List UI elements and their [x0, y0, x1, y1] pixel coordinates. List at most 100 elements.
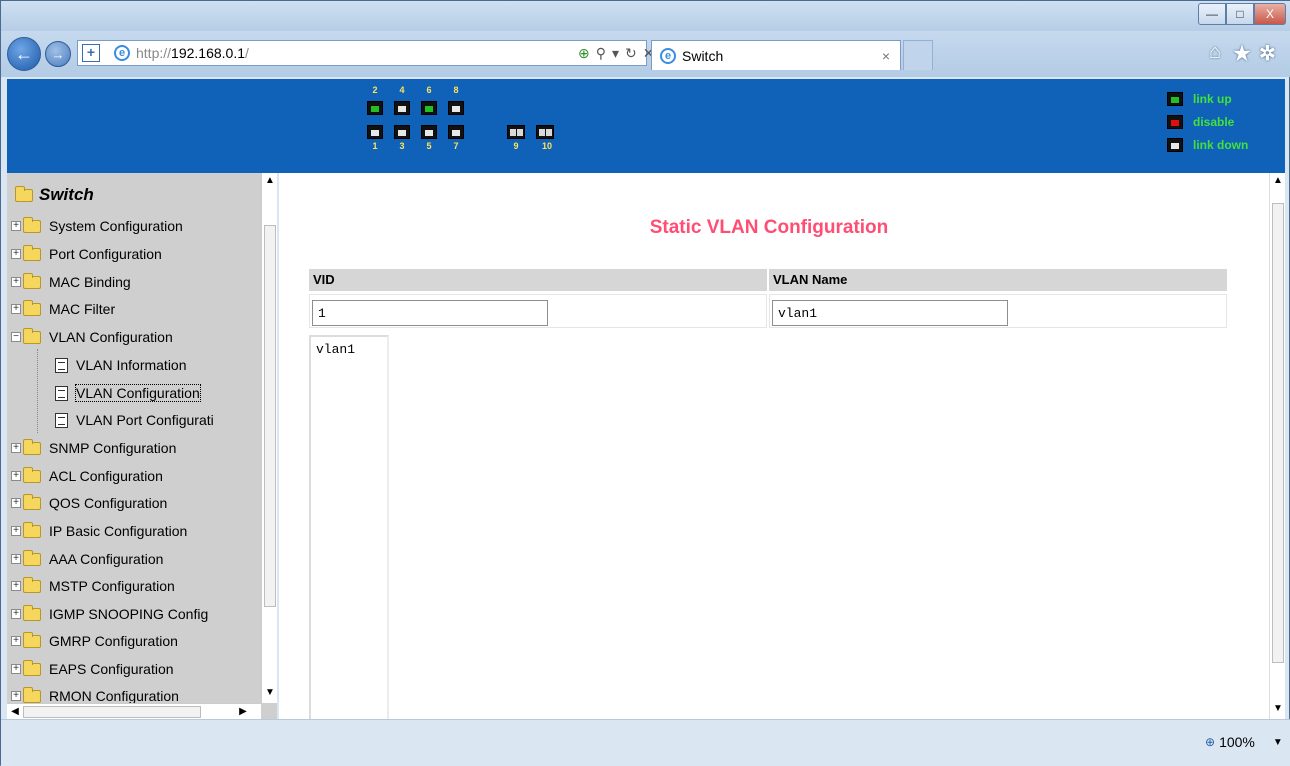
vlan-name-input[interactable]	[772, 300, 1008, 326]
refresh-icon[interactable]: ↻	[625, 45, 637, 62]
sidebar-item-system-configuration[interactable]: + System Configuration	[11, 212, 183, 240]
content-vertical-scrollbar[interactable]: ▲ ▼	[1269, 173, 1285, 719]
sidebar-item-ip-basic-configuration[interactable]: + IP Basic Configuration	[11, 517, 187, 545]
tab-switch[interactable]: e Switch ×	[651, 40, 901, 70]
home-icon[interactable]: ⌂	[1209, 41, 1221, 64]
sidebar-item-vlan-port-configuration[interactable]: VLAN Port Configurati	[55, 406, 214, 434]
port-3-icon[interactable]	[394, 125, 410, 139]
expand-icon[interactable]: +	[11, 609, 21, 619]
url-text[interactable]: http://192.168.0.1/	[136, 45, 249, 61]
sidebar-item-eaps-configuration[interactable]: + EAPS Configuration	[11, 655, 174, 683]
expand-icon[interactable]: +	[11, 581, 21, 591]
port-7-icon[interactable]	[448, 125, 464, 139]
expand-icon[interactable]: +	[11, 554, 21, 564]
disable-icon	[1167, 115, 1183, 129]
address-bar[interactable]: + e http://192.168.0.1/ ⊕ ⚲ ▾ ↻ ✕	[77, 40, 655, 66]
expand-icon[interactable]: +	[11, 636, 21, 646]
port-number: 1	[372, 141, 378, 151]
scroll-up-icon[interactable]: ▲	[262, 175, 277, 186]
expand-icon[interactable]: +	[11, 443, 21, 453]
sidebar-item-port-configuration[interactable]: + Port Configuration	[11, 240, 162, 268]
expand-icon[interactable]: +	[11, 471, 21, 481]
port-5-icon[interactable]	[421, 125, 437, 139]
folder-icon	[23, 244, 41, 261]
scrollbar-thumb[interactable]	[1272, 203, 1284, 663]
zoom-control[interactable]: ⊕ 100% ▼	[1205, 734, 1283, 750]
expand-icon[interactable]: +	[11, 277, 21, 287]
scroll-left-icon[interactable]: ◀	[7, 706, 23, 717]
tab-close-icon[interactable]: ×	[882, 48, 890, 64]
minimize-button[interactable]: —	[1198, 3, 1226, 25]
back-icon[interactable]: ←	[7, 37, 41, 71]
compatibility-icon[interactable]: ⊕	[578, 45, 590, 62]
star-icon[interactable]: ★	[1233, 41, 1251, 66]
expand-icon[interactable]: +	[11, 664, 21, 674]
sidebar-item-acl-configuration[interactable]: + ACL Configuration	[11, 462, 163, 490]
sidebar-item-snmp-configuration[interactable]: + SNMP Configuration	[11, 434, 176, 462]
dropdown-icon[interactable]: ▾	[612, 45, 619, 62]
zoom-level: 100%	[1219, 734, 1255, 750]
sidebar-item-mac-binding[interactable]: + MAC Binding	[11, 268, 131, 296]
legend-disable: disable	[1167, 115, 1234, 129]
list-item[interactable]: vlan1	[311, 337, 387, 362]
folder-icon	[23, 466, 41, 483]
forward-icon[interactable]: →	[45, 41, 71, 67]
port-number: 5	[426, 141, 432, 151]
sidebar-item-aaa-configuration[interactable]: + AAA Configuration	[11, 545, 163, 573]
maximize-button[interactable]: □	[1226, 3, 1254, 25]
port-8-icon[interactable]	[448, 101, 464, 115]
port-number: 6	[426, 85, 432, 95]
scroll-down-icon[interactable]: ▼	[262, 687, 277, 698]
search-icon[interactable]: ⚲	[596, 45, 606, 62]
expand-icon[interactable]: +	[11, 249, 21, 259]
scrollbar-thumb[interactable]	[264, 225, 276, 607]
port-1-icon[interactable]	[367, 125, 383, 139]
sidebar-vertical-scrollbar[interactable]: ▲ ▼	[261, 173, 277, 703]
expand-icon[interactable]: +	[11, 498, 21, 508]
chevron-down-icon[interactable]: ▼	[1273, 737, 1283, 748]
expand-icon[interactable]: +	[11, 304, 21, 314]
open-folder-icon	[23, 327, 41, 344]
port-4-icon[interactable]	[394, 101, 410, 115]
collapse-icon[interactable]: −	[11, 332, 21, 342]
sidebar-item-vlan-configuration[interactable]: − VLAN Configuration	[11, 323, 173, 351]
sidebar-item-mstp-configuration[interactable]: + MSTP Configuration	[11, 572, 175, 600]
port-6-icon[interactable]	[421, 101, 437, 115]
sidebar-item-mac-filter[interactable]: + MAC Filter	[11, 295, 115, 323]
close-button[interactable]: X	[1254, 3, 1286, 25]
scroll-right-icon[interactable]: ▶	[235, 706, 251, 717]
folder-icon	[23, 686, 41, 703]
scrollbar-thumb[interactable]	[23, 706, 201, 718]
navigation-tree: Switch + System Configuration + Port Confi…	[7, 173, 277, 719]
tree-connector	[37, 349, 51, 433]
folder-icon	[23, 216, 41, 233]
expand-icon[interactable]: +	[11, 526, 21, 536]
fiber-port-9-icon[interactable]	[507, 125, 525, 139]
vid-input[interactable]	[312, 300, 548, 326]
address-tools: ⊕ ⚲ ▾ ↻ ✕	[578, 41, 655, 65]
vlan-name-cell	[769, 294, 1227, 328]
port-number: 9	[513, 141, 519, 151]
gear-icon[interactable]: ✲	[1259, 41, 1276, 66]
scroll-down-icon[interactable]: ▼	[1270, 703, 1285, 714]
sidebar-horizontal-scrollbar[interactable]: ◀ ▶	[7, 703, 261, 719]
expand-icon[interactable]: +	[11, 691, 21, 701]
port-2-icon[interactable]	[367, 101, 383, 115]
open-folder-icon	[15, 185, 33, 202]
add-site-icon[interactable]: +	[82, 44, 100, 62]
new-tab-button[interactable]	[903, 40, 933, 70]
sidebar-item-igmp-snooping-configuration[interactable]: + IGMP SNOOPING Config	[11, 600, 208, 628]
scroll-up-icon[interactable]: ▲	[1270, 175, 1285, 186]
sidebar-item-qos-configuration[interactable]: + QOS Configuration	[11, 489, 167, 517]
folder-icon	[23, 272, 41, 289]
vid-column-header: VID	[309, 269, 767, 291]
sidebar-item-gmrp-configuration[interactable]: + GMRP Configuration	[11, 627, 178, 655]
tree-root[interactable]: Switch	[13, 185, 94, 205]
sidebar-item-vlan-information[interactable]: VLAN Information	[55, 351, 187, 379]
main-content: Static VLAN Configuration VID VLAN Name …	[279, 173, 1285, 719]
expand-icon[interactable]: +	[11, 221, 21, 231]
vlan-listbox[interactable]: vlan1	[309, 335, 389, 719]
fiber-port-10-icon[interactable]	[536, 125, 554, 139]
tree-root-label: Switch	[39, 185, 94, 204]
sidebar-item-vlan-configuration-page[interactable]: VLAN Configuration	[55, 379, 201, 407]
